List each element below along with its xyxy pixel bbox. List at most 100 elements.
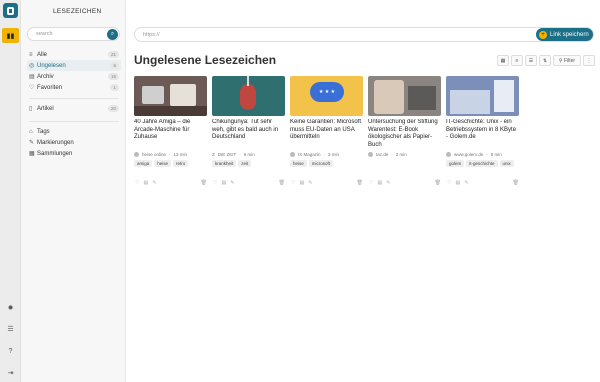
archive-icon[interactable]: ▤ [299,180,304,186]
tag-chip[interactable]: golem [446,160,465,167]
sidebar-item-favoriten[interactable]: ♡ Favoriten 1 [27,82,121,93]
source-favicon-icon [290,151,295,157]
count-badge: 1 [110,84,119,91]
tag-chip[interactable]: microsoft [308,160,334,167]
card-title[interactable]: 40 Jahre Amiga – die Arcade-Maschine für… [134,119,207,149]
card-tags: golem it-geschichte unix [446,160,519,167]
sidebar: LESEZEICHEN search ⌕ ≡ Alle 21 ◎ Ungeles… [21,0,126,382]
delete-icon[interactable]: 🗑 [279,180,285,186]
card-reading-time: 2 min [395,151,407,157]
archive-icon[interactable]: ▤ [377,180,382,186]
tag-chip[interactable]: krankheit [212,160,237,167]
card-title[interactable]: Chikungunya: Tut sehr weh, gibt es bald … [212,119,285,149]
page-title: Ungelesene Lesezeichen [134,53,277,67]
card-source: DIE ZEIT [217,151,237,157]
check-circle-icon: ◎ [29,63,35,69]
bookmark-card[interactable]: IT-Geschichte: Unix - ein Betriebssystem… [446,76,519,188]
delete-icon[interactable]: 🗑 [435,180,441,186]
sidebar-extra-nav: ⌂ Tags ✎ Markierungen ▦ Sammlungen [27,126,121,159]
search-field[interactable]: search ⌕ [27,27,120,41]
card-thumbnail[interactable]: ★ ★ ★ [290,76,363,116]
edit-icon[interactable]: ✎ [230,180,234,186]
favorite-icon[interactable]: ♡ [447,180,451,186]
theme-icon[interactable]: ✹ [3,301,18,315]
card-thumbnail[interactable] [134,76,207,116]
sidebar-item-sammlungen[interactable]: ▦ Sammlungen [27,148,121,159]
card-actions: ♡ ▤ ✎ 🗑 [135,180,207,186]
edit-icon[interactable]: ✎ [464,180,468,186]
source-favicon-icon [446,151,451,157]
compact-view-icon[interactable]: ☰ [525,55,537,66]
card-title[interactable]: Untersuchung der Stiftung Warentest: E-B… [368,119,441,149]
card-thumbnail[interactable] [446,76,519,116]
tag-chip[interactable]: heise [290,160,307,167]
bookmarks-icon[interactable]: ▮▮ [2,28,19,43]
bookmark-card[interactable]: ★ ★ ★ Keine Garantien: Microsoft muss EU… [290,76,363,188]
more-options-icon[interactable]: ⋮ [583,55,595,66]
count-badge: 21 [107,51,119,58]
edit-icon[interactable]: ✎ [386,180,390,186]
tag-chip[interactable]: heise [154,160,172,167]
card-title[interactable]: Keine Garantien: Microsoft muss EU-Daten… [290,119,363,149]
logout-icon[interactable]: ⇥ [3,366,18,380]
count-badge: 15 [107,73,119,80]
favorite-icon[interactable]: ♡ [213,180,217,186]
source-favicon-icon [368,151,373,157]
card-title[interactable]: IT-Geschichte: Unix - ein Betriebssystem… [446,119,519,149]
sidebar-item-label: Sammlungen [37,150,73,157]
search-icon[interactable]: ⌕ [107,29,118,40]
sidebar-item-archiv[interactable]: ▤ Archiv 15 [27,71,121,82]
search-input[interactable]: search [36,31,53,37]
sort-icon[interactable]: ⇅ [539,55,551,66]
sidebar-item-markierungen[interactable]: ✎ Markierungen [27,137,121,148]
tag-chip[interactable]: amiga [134,160,153,167]
sidebar-item-label: Tags [37,128,50,135]
card-thumbnail[interactable] [368,76,441,116]
tag-chip[interactable]: it-geschichte [466,160,498,167]
bookmark-card[interactable]: Untersuchung der Stiftung Warentest: E-B… [368,76,441,188]
delete-icon[interactable]: 🗑 [357,180,363,186]
card-meta: IX Magazin · 3 min [290,151,363,157]
archive-icon[interactable]: ▤ [221,180,226,186]
url-bar[interactable]: https:// + Link speichern [134,27,594,42]
grid-view-icon[interactable]: ▦ [497,55,509,66]
card-reading-time: 13 min [173,151,188,157]
pen-icon: ✎ [29,140,35,146]
delete-icon[interactable]: 🗑 [513,180,519,186]
app-logo-icon[interactable] [3,3,18,18]
count-badge: 20 [107,105,119,112]
tag-chip[interactable]: zeit [238,160,252,167]
list-view-icon[interactable]: ≡ [511,55,523,66]
sidebar-item-label: Favoriten [37,84,63,91]
favorite-icon[interactable]: ♡ [369,180,373,186]
main-content: https:// + Link speichern Ungelesene Les… [126,0,600,382]
archive-icon[interactable]: ▤ [455,180,460,186]
bookmark-card[interactable]: Chikungunya: Tut sehr weh, gibt es bald … [212,76,285,188]
settings-icon[interactable]: ☰ [3,322,18,336]
plus-icon: + [539,30,547,39]
help-icon[interactable]: ? [3,344,18,358]
filter-button[interactable]: ⚲ Filter [553,55,581,66]
url-input[interactable]: https:// [143,32,160,38]
sidebar-item-artikel[interactable]: ▯ Artikel 20 [27,103,121,114]
sidebar-item-tags[interactable]: ⌂ Tags [27,126,121,137]
source-favicon-icon [134,151,139,157]
favorite-icon[interactable]: ♡ [135,180,139,186]
sidebar-item-alle[interactable]: ≡ Alle 21 [27,49,121,60]
card-source: taz.de [376,151,389,157]
card-actions: ♡ ▤ ✎ 🗑 [291,180,363,186]
tag-chip[interactable]: unix [499,160,514,167]
edit-icon[interactable]: ✎ [152,180,156,186]
edit-icon[interactable]: ✎ [308,180,312,186]
archive-icon[interactable]: ▤ [143,180,148,186]
bookmark-card[interactable]: 40 Jahre Amiga – die Arcade-Maschine für… [134,76,207,188]
favorite-icon[interactable]: ♡ [291,180,295,186]
save-link-button[interactable]: + Link speichern [536,28,593,41]
tag-chip[interactable]: retro [173,160,189,167]
card-source: www.golem.de [454,151,484,157]
delete-icon[interactable]: 🗑 [201,180,207,186]
card-thumbnail[interactable] [212,76,285,116]
view-toolbar: ▦ ≡ ☰ ⇅ ⚲ Filter ⋮ [497,55,595,66]
sidebar-item-ungelesen[interactable]: ◎ Ungelesen 6 [27,60,121,71]
icon-rail: ▮▮ ✹ ☰ ? ⇥ [0,0,21,382]
